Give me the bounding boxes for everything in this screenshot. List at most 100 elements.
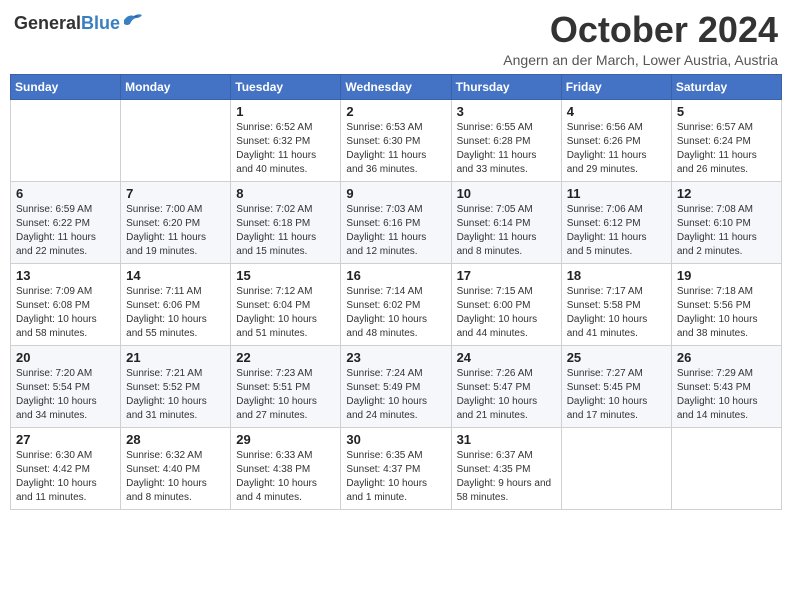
calendar-cell: 31 Sunrise: 6:37 AM Sunset: 4:35 PM Dayli…: [451, 427, 561, 509]
day-number: 22: [236, 350, 335, 365]
calendar-cell: [561, 427, 671, 509]
calendar-cell: 29 Sunrise: 6:33 AM Sunset: 4:38 PM Dayli…: [231, 427, 341, 509]
calendar-cell: 7 Sunrise: 7:00 AM Sunset: 6:20 PM Daylig…: [121, 181, 231, 263]
day-number: 14: [126, 268, 225, 283]
weekday-header-friday: Friday: [561, 74, 671, 99]
day-info: Sunrise: 7:27 AM Sunset: 5:45 PM Dayligh…: [567, 367, 666, 423]
day-info: Sunrise: 7:26 AM Sunset: 5:47 PM Dayligh…: [457, 367, 556, 423]
calendar-cell: 16Sunrise: 7:14 AM Sunset: 6:02 PM Dayli…: [341, 263, 451, 345]
logo-bird-icon: [122, 12, 144, 28]
day-number: 7: [126, 186, 225, 201]
calendar-cell: 8Sunrise: 7:02 AM Sunset: 6:18 PM Daylig…: [231, 181, 341, 263]
day-number: 11: [567, 186, 666, 201]
week-row-5: 27Sunrise: 6:30 AM Sunset: 4:42 PM Dayli…: [11, 427, 782, 509]
calendar-cell: 18Sunrise: 7:17 AM Sunset: 5:58 PM Dayli…: [561, 263, 671, 345]
day-number: 31: [457, 432, 556, 447]
weekday-header-saturday: Saturday: [671, 74, 781, 99]
calendar-cell: 9Sunrise: 7:03 AM Sunset: 6:16 PM Daylig…: [341, 181, 451, 263]
day-number: 21: [126, 350, 225, 365]
logo-general: General: [14, 13, 81, 33]
calendar-cell: 23Sunrise: 7:24 AM Sunset: 5:49 PM Dayli…: [341, 345, 451, 427]
calendar-cell: [11, 99, 121, 181]
day-info: Sunrise: 7:18 AM Sunset: 5:56 PM Dayligh…: [677, 285, 776, 341]
day-number: 26: [677, 350, 776, 365]
day-info: Sunrise: 7:20 AM Sunset: 5:54 PM Dayligh…: [16, 367, 115, 423]
day-info: Sunrise: 6:53 AM Sunset: 6:30 PM Dayligh…: [346, 121, 445, 177]
calendar-cell: 5 Sunrise: 6:57 AM Sunset: 6:24 PM Daylig…: [671, 99, 781, 181]
day-info: Sunrise: 6:33 AM Sunset: 4:38 PM Dayligh…: [236, 449, 335, 505]
calendar-cell: 17 Sunrise: 7:15 AM Sunset: 6:00 PM Dayli…: [451, 263, 561, 345]
day-info: Sunrise: 7:03 AM Sunset: 6:16 PM Dayligh…: [346, 203, 445, 259]
week-row-2: 6Sunrise: 6:59 AM Sunset: 6:22 PM Daylig…: [11, 181, 782, 263]
day-number: 2: [346, 104, 445, 119]
day-number: 5: [677, 104, 776, 119]
calendar-cell: 11 Sunrise: 7:06 AM Sunset: 6:12 PM Dayli…: [561, 181, 671, 263]
page-header: GeneralBlue October 2024 Angern an der M…: [10, 10, 782, 68]
location: Angern an der March, Lower Austria, Aust…: [503, 52, 778, 68]
calendar-cell: 22 Sunrise: 7:23 AM Sunset: 5:51 PM Dayli…: [231, 345, 341, 427]
day-info: Sunrise: 7:00 AM Sunset: 6:20 PM Dayligh…: [126, 203, 225, 259]
day-info: Sunrise: 6:56 AM Sunset: 6:26 PM Dayligh…: [567, 121, 666, 177]
logo-blue: Blue: [81, 13, 120, 33]
weekday-header-wednesday: Wednesday: [341, 74, 451, 99]
calendar-cell: 6Sunrise: 6:59 AM Sunset: 6:22 PM Daylig…: [11, 181, 121, 263]
day-number: 3: [457, 104, 556, 119]
day-info: Sunrise: 7:06 AM Sunset: 6:12 PM Dayligh…: [567, 203, 666, 259]
week-row-1: 1 Sunrise: 6:52 AM Sunset: 6:32 PM Daylig…: [11, 99, 782, 181]
weekday-header-monday: Monday: [121, 74, 231, 99]
calendar-cell: 19 Sunrise: 7:18 AM Sunset: 5:56 PM Dayli…: [671, 263, 781, 345]
day-number: 13: [16, 268, 115, 283]
logo-text: GeneralBlue: [14, 14, 120, 34]
week-row-4: 20Sunrise: 7:20 AM Sunset: 5:54 PM Dayli…: [11, 345, 782, 427]
calendar-cell: 26 Sunrise: 7:29 AM Sunset: 5:43 PM Dayli…: [671, 345, 781, 427]
day-info: Sunrise: 6:57 AM Sunset: 6:24 PM Dayligh…: [677, 121, 776, 177]
day-number: 19: [677, 268, 776, 283]
day-info: Sunrise: 6:37 AM Sunset: 4:35 PM Dayligh…: [457, 449, 556, 505]
day-info: Sunrise: 6:55 AM Sunset: 6:28 PM Dayligh…: [457, 121, 556, 177]
day-info: Sunrise: 7:08 AM Sunset: 6:10 PM Dayligh…: [677, 203, 776, 259]
day-info: Sunrise: 7:11 AM Sunset: 6:06 PM Dayligh…: [126, 285, 225, 341]
day-info: Sunrise: 6:52 AM Sunset: 6:32 PM Dayligh…: [236, 121, 335, 177]
day-number: 1: [236, 104, 335, 119]
calendar-cell: 15 Sunrise: 7:12 AM Sunset: 6:04 PM Dayli…: [231, 263, 341, 345]
weekday-header-sunday: Sunday: [11, 74, 121, 99]
day-number: 28: [126, 432, 225, 447]
day-info: Sunrise: 7:12 AM Sunset: 6:04 PM Dayligh…: [236, 285, 335, 341]
weekday-header-thursday: Thursday: [451, 74, 561, 99]
day-info: Sunrise: 7:23 AM Sunset: 5:51 PM Dayligh…: [236, 367, 335, 423]
day-info: Sunrise: 6:32 AM Sunset: 4:40 PM Dayligh…: [126, 449, 225, 505]
day-number: 10: [457, 186, 556, 201]
calendar-cell: 12 Sunrise: 7:08 AM Sunset: 6:10 PM Dayli…: [671, 181, 781, 263]
week-row-3: 13 Sunrise: 7:09 AM Sunset: 6:08 PM Dayli…: [11, 263, 782, 345]
calendar-cell: 27Sunrise: 6:30 AM Sunset: 4:42 PM Dayli…: [11, 427, 121, 509]
day-number: 29: [236, 432, 335, 447]
day-number: 15: [236, 268, 335, 283]
calendar-cell: 3 Sunrise: 6:55 AM Sunset: 6:28 PM Daylig…: [451, 99, 561, 181]
calendar-cell: 28 Sunrise: 6:32 AM Sunset: 4:40 PM Dayli…: [121, 427, 231, 509]
calendar-cell: 1 Sunrise: 6:52 AM Sunset: 6:32 PM Daylig…: [231, 99, 341, 181]
day-number: 25: [567, 350, 666, 365]
day-number: 4: [567, 104, 666, 119]
day-info: Sunrise: 6:35 AM Sunset: 4:37 PM Dayligh…: [346, 449, 445, 505]
day-number: 6: [16, 186, 115, 201]
calendar-cell: 4 Sunrise: 6:56 AM Sunset: 6:26 PM Daylig…: [561, 99, 671, 181]
day-info: Sunrise: 7:17 AM Sunset: 5:58 PM Dayligh…: [567, 285, 666, 341]
day-info: Sunrise: 7:09 AM Sunset: 6:08 PM Dayligh…: [16, 285, 115, 341]
calendar-cell: 2 Sunrise: 6:53 AM Sunset: 6:30 PM Daylig…: [341, 99, 451, 181]
day-info: Sunrise: 7:15 AM Sunset: 6:00 PM Dayligh…: [457, 285, 556, 341]
calendar-cell: 21Sunrise: 7:21 AM Sunset: 5:52 PM Dayli…: [121, 345, 231, 427]
calendar-cell: [121, 99, 231, 181]
day-number: 17: [457, 268, 556, 283]
day-number: 24: [457, 350, 556, 365]
calendar-cell: 13 Sunrise: 7:09 AM Sunset: 6:08 PM Dayli…: [11, 263, 121, 345]
weekday-header-tuesday: Tuesday: [231, 74, 341, 99]
calendar-cell: 30Sunrise: 6:35 AM Sunset: 4:37 PM Dayli…: [341, 427, 451, 509]
day-info: Sunrise: 7:02 AM Sunset: 6:18 PM Dayligh…: [236, 203, 335, 259]
calendar-cell: [671, 427, 781, 509]
month-title: October 2024: [503, 10, 778, 50]
day-number: 23: [346, 350, 445, 365]
calendar-cell: 25 Sunrise: 7:27 AM Sunset: 5:45 PM Dayli…: [561, 345, 671, 427]
calendar-table: SundayMondayTuesdayWednesdayThursdayFrid…: [10, 74, 782, 510]
day-info: Sunrise: 7:29 AM Sunset: 5:43 PM Dayligh…: [677, 367, 776, 423]
day-number: 12: [677, 186, 776, 201]
